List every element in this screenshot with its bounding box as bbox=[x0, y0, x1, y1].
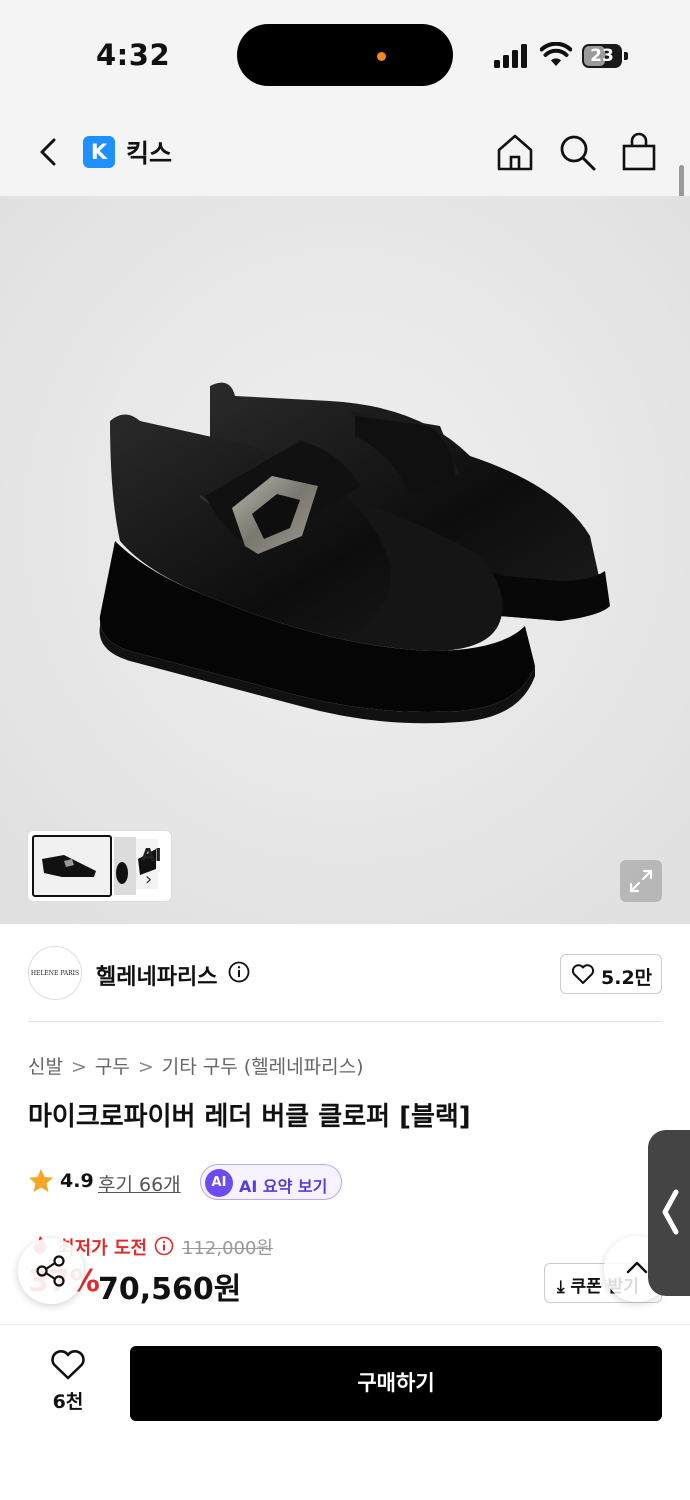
product-photo bbox=[0, 196, 690, 924]
battery-level: 23 bbox=[590, 46, 614, 66]
breadcrumb-separator: > bbox=[137, 1056, 154, 1078]
wifi-icon bbox=[540, 42, 572, 66]
chevron-left-icon bbox=[662, 1189, 679, 1235]
home-icon[interactable] bbox=[495, 132, 535, 172]
ai-gallery-label[interactable]: AI bbox=[141, 845, 162, 866]
heart-icon bbox=[571, 964, 595, 984]
info-icon[interactable] bbox=[154, 1236, 174, 1256]
chevron-up-icon bbox=[626, 1261, 648, 1274]
brand-like-count: 5.2만 bbox=[601, 967, 653, 989]
breadcrumb: 신발 > 구두 > 기타 구두 (헬레네파리스) bbox=[28, 1052, 364, 1079]
star-icon bbox=[29, 1169, 53, 1192]
bottom-purchase-bar: 6천 구매하기 bbox=[0, 1324, 690, 1500]
breadcrumb-separator: > bbox=[70, 1056, 87, 1078]
sale-price: 70,560원 bbox=[98, 1272, 242, 1307]
back-arrow-icon[interactable] bbox=[30, 132, 66, 172]
expand-icon[interactable] bbox=[620, 860, 662, 902]
heart-icon bbox=[51, 1350, 85, 1380]
status-time: 4:32 bbox=[96, 38, 171, 72]
rating-row: 4.9 후기 66개 AI AI 요약 보기 bbox=[28, 1164, 368, 1200]
ai-summary-label: AI 요약 보기 bbox=[239, 1177, 328, 1196]
original-price: 112,000원 bbox=[182, 1238, 273, 1259]
status-bar: 4:32 23 bbox=[0, 0, 690, 110]
wishlist-count: 6천 bbox=[52, 1391, 84, 1413]
thumbnail-selected[interactable] bbox=[32, 835, 112, 897]
recording-dot-icon bbox=[377, 52, 386, 61]
shopping-bag-icon[interactable] bbox=[619, 132, 659, 172]
divider bbox=[28, 1021, 662, 1022]
wishlist-button[interactable]: 6천 bbox=[30, 1347, 106, 1417]
dynamic-island bbox=[237, 24, 453, 86]
breadcrumb-item[interactable]: 기타 구두 (헬레네파리스) bbox=[162, 1056, 364, 1078]
product-image-gallery[interactable]: AI › bbox=[0, 196, 690, 924]
buy-button[interactable]: 구매하기 bbox=[130, 1346, 662, 1421]
reviews-link[interactable]: 후기 66개 bbox=[98, 1170, 181, 1197]
brand-like-button[interactable]: 5.2만 bbox=[560, 954, 662, 994]
breadcrumb-item[interactable]: 구두 bbox=[95, 1056, 130, 1078]
breadcrumb-item[interactable]: 신발 bbox=[28, 1056, 63, 1078]
thumbnail-strip[interactable]: AI › bbox=[27, 830, 172, 902]
thumbnail-image[interactable] bbox=[114, 837, 136, 895]
share-button[interactable] bbox=[18, 1238, 84, 1304]
battery-icon: 23 bbox=[582, 44, 628, 68]
brand-avatar[interactable]: HELENE PARIS bbox=[28, 946, 82, 1000]
brand-name[interactable]: 헬레네파리스 bbox=[96, 959, 217, 991]
ai-badge-icon: AI bbox=[205, 1169, 233, 1197]
info-icon[interactable] bbox=[228, 961, 250, 983]
brand-row: HELENE PARIS 헬레네파리스 5.2만 bbox=[0, 924, 690, 1022]
search-icon[interactable] bbox=[557, 132, 597, 172]
chevron-right-icon[interactable]: › bbox=[145, 869, 152, 890]
cellular-signal-icon bbox=[494, 44, 527, 68]
ai-summary-button[interactable]: AI AI 요약 보기 bbox=[200, 1164, 342, 1200]
share-icon bbox=[36, 1255, 65, 1287]
store-title[interactable]: 킥스 bbox=[126, 134, 172, 170]
thumbnail-shoe-image bbox=[42, 855, 96, 877]
top-navigation: K 킥스 bbox=[0, 110, 690, 196]
store-logo[interactable]: K bbox=[83, 136, 115, 168]
rating-score: 4.9 bbox=[60, 1170, 94, 1192]
product-title: 마이크로파이버 레더 버클 클로퍼 [블랙] bbox=[28, 1102, 471, 1132]
side-panel-handle[interactable] bbox=[648, 1130, 690, 1296]
